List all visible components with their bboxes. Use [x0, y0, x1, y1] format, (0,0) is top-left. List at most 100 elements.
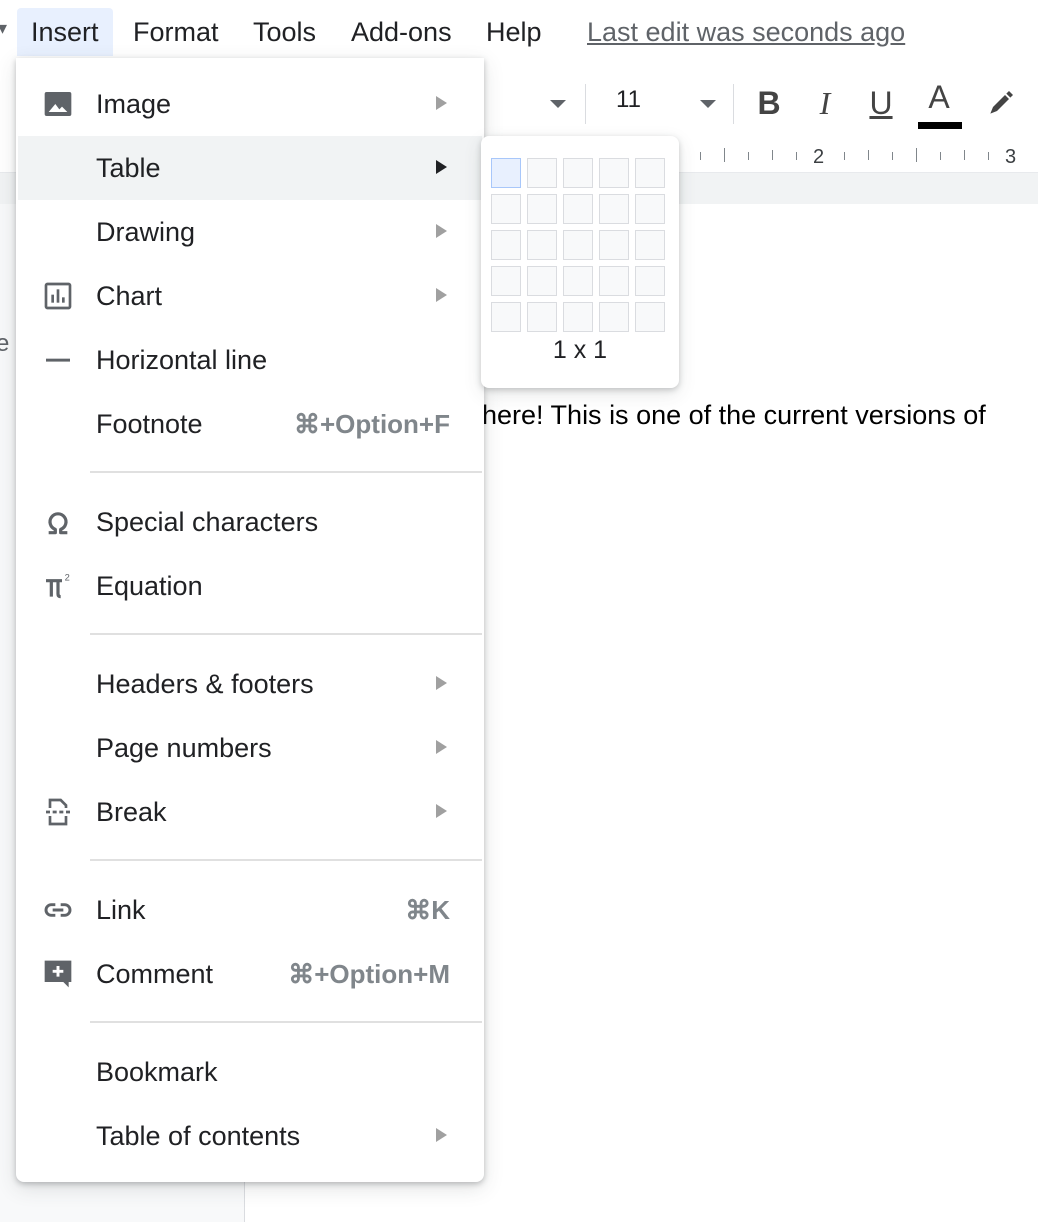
menu-separator [90, 633, 482, 635]
table-grid-cell[interactable] [563, 230, 593, 260]
ruler-mark-2: 2 [813, 146, 825, 168]
table-grid-cell[interactable] [491, 158, 521, 188]
menu-item-label: Footnote [96, 409, 203, 439]
table-grid-cell[interactable] [563, 194, 593, 224]
menu-item-horizontal-line[interactable]: Horizontal line [18, 328, 482, 392]
table-grid-cell[interactable] [635, 302, 665, 332]
table-grid-cell[interactable] [527, 302, 557, 332]
menu-item-image[interactable]: Image [18, 72, 482, 136]
menu-item-label: Link [96, 895, 146, 925]
menu-item-label: Image [96, 89, 172, 119]
table-grid-cell[interactable] [599, 230, 629, 260]
menu-item-comment[interactable]: Comment ⌘+Option+M [18, 942, 482, 1006]
submenu-arrow-icon [436, 676, 447, 690]
menu-format[interactable]: Format [119, 8, 233, 56]
menu-separator [90, 471, 482, 473]
table-grid-cell[interactable] [491, 302, 521, 332]
menu-item-headers-footers[interactable]: Headers & footers [18, 652, 482, 716]
ruler-tick [748, 152, 749, 160]
menu-item-table-of-contents[interactable]: Table of contents [18, 1104, 482, 1168]
bold-button[interactable]: B [748, 80, 790, 126]
table-grid-cell[interactable] [599, 302, 629, 332]
ruler-tick [964, 150, 965, 160]
menu-tools[interactable]: Tools [239, 8, 330, 56]
menu-item-label: Equation [96, 571, 203, 601]
menu-item-label: Break [96, 797, 167, 827]
text-color-swatch [918, 122, 962, 129]
menu-item-label: Drawing [96, 217, 196, 247]
ruler-tick [700, 152, 701, 160]
menu-insert[interactable]: Insert [17, 8, 113, 56]
table-grid-cell[interactable] [635, 266, 665, 296]
table-grid [491, 158, 667, 334]
table-grid-cell[interactable] [527, 158, 557, 188]
table-size-picker: 1 x 1 [481, 136, 679, 388]
menu-item-equation[interactable]: 2 Equation [18, 554, 482, 618]
table-grid-cell[interactable] [599, 158, 629, 188]
ruler-tick [796, 152, 797, 160]
comment-add-icon [44, 960, 72, 988]
menu-item-break[interactable]: Break [18, 780, 482, 844]
last-edit-status[interactable]: Last edit was seconds ago [587, 8, 905, 56]
menu-item-drawing[interactable]: Drawing [18, 200, 482, 264]
menu-item-special-characters[interactable]: Special characters [18, 490, 482, 554]
menu-item-footnote[interactable]: Footnote ⌘+Option+F [18, 392, 482, 456]
underline-button[interactable]: U [860, 80, 902, 126]
pi-squared-icon: 2 [46, 573, 70, 599]
table-grid-cell[interactable] [563, 158, 593, 188]
table-grid-cell[interactable] [563, 266, 593, 296]
table-grid-cell[interactable] [527, 194, 557, 224]
submenu-arrow-icon [436, 804, 447, 818]
table-grid-cell[interactable] [635, 158, 665, 188]
table-grid-cell[interactable] [491, 194, 521, 224]
menu-item-label: Page numbers [96, 733, 272, 763]
menu-help[interactable]: Help [472, 8, 556, 56]
menu-item-label: Horizontal line [96, 345, 268, 375]
submenu-arrow-icon [436, 224, 447, 238]
table-grid-cell[interactable] [599, 194, 629, 224]
ruler-tick [892, 152, 893, 160]
menu-item-page-numbers[interactable]: Page numbers [18, 716, 482, 780]
ruler-tick [772, 150, 773, 160]
ruler-tick [724, 148, 725, 162]
document-body-text[interactable]: here! This is one of the current version… [482, 400, 986, 431]
ruler-tick [988, 152, 989, 160]
menu-add-ons[interactable]: Add-ons [337, 8, 466, 56]
font-dropdown-caret-icon[interactable] [550, 100, 566, 108]
menu-item-link[interactable]: Link ⌘K [18, 878, 482, 942]
highlight-pen-icon[interactable] [980, 80, 1022, 126]
ruler-mark-3: 3 [1005, 146, 1017, 168]
menu-item-label: Table [96, 153, 161, 183]
font-size-value[interactable]: 11 [616, 86, 641, 114]
menu-item-label: Chart [96, 281, 163, 311]
table-grid-cell[interactable] [599, 266, 629, 296]
table-grid-cell[interactable] [527, 230, 557, 260]
toolbar-divider [585, 84, 586, 124]
submenu-arrow-icon [436, 96, 447, 110]
table-grid-cell[interactable] [527, 266, 557, 296]
image-icon [44, 92, 72, 116]
menu-item-table[interactable]: Table [18, 136, 482, 200]
chart-icon [44, 282, 72, 310]
table-grid-cell[interactable] [491, 266, 521, 296]
menu-item-chart[interactable]: Chart [18, 264, 482, 328]
table-grid-cell[interactable] [635, 194, 665, 224]
chevron-icon: ▾ [0, 18, 8, 38]
menu-item-label: Special characters [96, 507, 319, 537]
insert-menu: Image Table Drawing Chart Horizontal lin… [16, 58, 484, 1182]
svg-text:2: 2 [65, 573, 70, 583]
ruler-tick [844, 152, 845, 160]
menubar: ▾ Insert Format Tools Add-ons Help Last … [0, 0, 1038, 62]
omega-icon [48, 512, 68, 535]
link-icon [44, 903, 72, 917]
table-grid-cell[interactable] [491, 230, 521, 260]
menu-item-bookmark[interactable]: Bookmark [18, 1040, 482, 1104]
italic-button[interactable]: I [804, 80, 846, 126]
table-grid-cell[interactable] [563, 302, 593, 332]
text-color-button[interactable]: A [918, 74, 960, 120]
table-grid-cell[interactable] [635, 230, 665, 260]
submenu-arrow-icon [436, 160, 447, 174]
horizontal-line-icon [46, 358, 70, 362]
footnote-shortcut: ⌘+Option+F [294, 409, 450, 439]
font-size-caret-icon[interactable] [700, 100, 716, 108]
